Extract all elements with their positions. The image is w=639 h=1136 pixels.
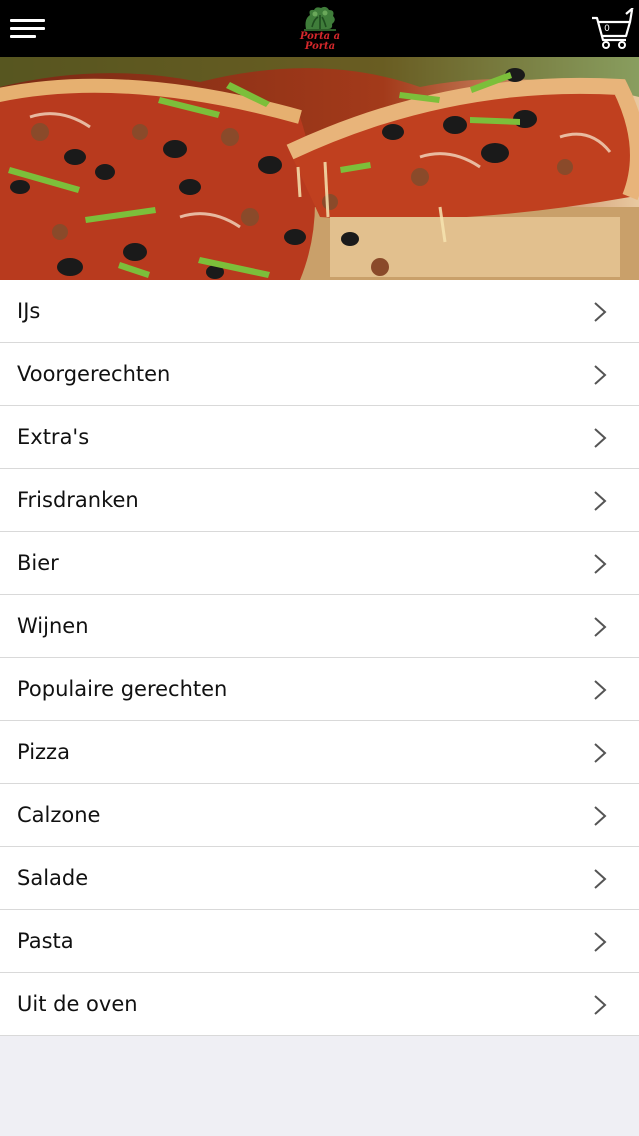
- category-row[interactable]: Uit de oven: [0, 973, 639, 1036]
- category-row[interactable]: Wijnen: [0, 595, 639, 658]
- tree-logo-icon: [304, 6, 336, 31]
- chevron-right-icon: [594, 302, 607, 322]
- hamburger-menu-icon[interactable]: [10, 15, 46, 41]
- category-label: Voorgerechten: [17, 362, 171, 386]
- category-label: IJs: [17, 299, 41, 323]
- category-label: Extra's: [17, 425, 90, 449]
- category-label: Frisdranken: [17, 488, 139, 512]
- chevron-right-icon: [594, 365, 607, 385]
- category-row[interactable]: Populaire gerechten: [0, 658, 639, 721]
- category-row[interactable]: Frisdranken: [0, 469, 639, 532]
- shopping-cart-button[interactable]: 0: [590, 7, 634, 52]
- chevron-right-icon: [594, 428, 607, 448]
- chevron-right-icon: [594, 680, 607, 700]
- category-row[interactable]: Pasta: [0, 910, 639, 973]
- chevron-right-icon: [594, 617, 607, 637]
- category-row[interactable]: Voorgerechten: [0, 343, 639, 406]
- category-label: Uit de oven: [17, 992, 138, 1016]
- chevron-right-icon: [594, 995, 607, 1015]
- chevron-right-icon: [594, 491, 607, 511]
- category-list: IJs Voorgerechten Extra's Frisdranken Bier Wi…: [0, 280, 639, 1036]
- category-row[interactable]: Calzone: [0, 784, 639, 847]
- chevron-right-icon: [594, 743, 607, 763]
- category-label: Calzone: [17, 803, 101, 827]
- category-row[interactable]: IJs: [0, 280, 639, 343]
- chevron-right-icon: [594, 806, 607, 826]
- category-row[interactable]: Bier: [0, 532, 639, 595]
- category-row[interactable]: Extra's: [0, 406, 639, 469]
- category-label: Bier: [17, 551, 59, 575]
- category-label: Pizza: [17, 740, 70, 764]
- top-bar: Porta a Porta 0: [0, 0, 639, 57]
- category-label: Pasta: [17, 929, 74, 953]
- pizza-banner-image: [0, 57, 639, 280]
- chevron-right-icon: [594, 869, 607, 889]
- cart-count-badge: 0: [604, 24, 610, 34]
- pizza-banner-illustration: [0, 57, 639, 280]
- chevron-right-icon: [594, 932, 607, 952]
- category-label: Populaire gerechten: [17, 677, 228, 701]
- restaurant-logo: Porta a Porta: [296, 5, 344, 53]
- category-label: Salade: [17, 866, 89, 890]
- category-label: Wijnen: [17, 614, 89, 638]
- category-row[interactable]: Salade: [0, 847, 639, 910]
- category-row[interactable]: Pizza: [0, 721, 639, 784]
- logo-text: Porta a Porta: [299, 31, 341, 52]
- chevron-right-icon: [594, 554, 607, 574]
